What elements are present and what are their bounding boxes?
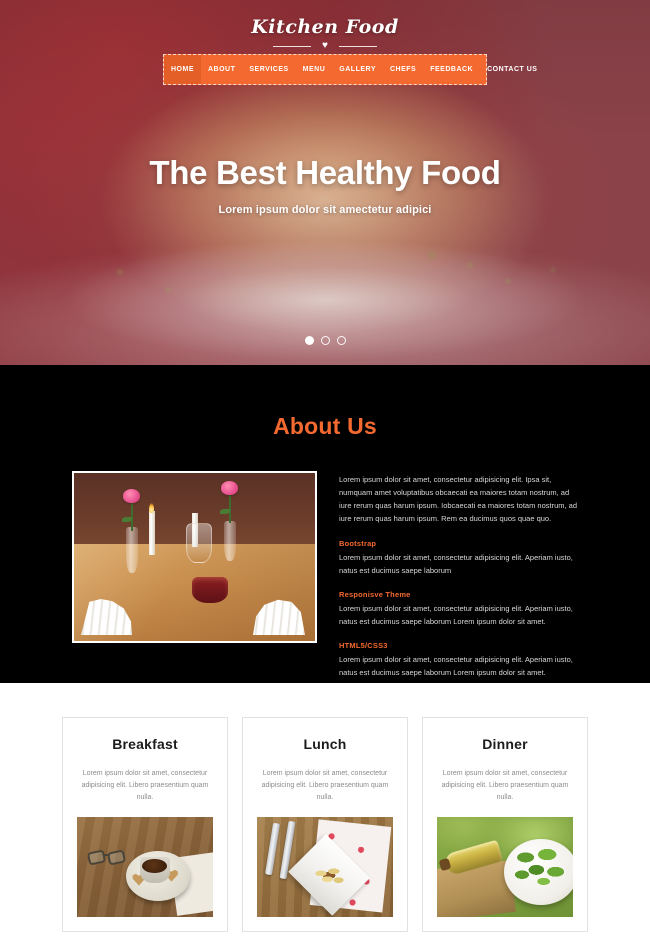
meal-card-breakfast-description: Lorem ipsum dolor sit amet, consectetur … [81, 770, 209, 801]
meal-card-breakfast-image [77, 816, 213, 917]
water-glass [98, 551, 119, 597]
meal-card-breakfast-title: Breakfast [112, 736, 178, 752]
meal-card-lunch-description: Lorem ipsum dolor sit amet, consectetur … [261, 770, 389, 801]
site-logo[interactable]: Kitchen Food ♥ [0, 16, 650, 51]
about-section: About Us Lorem ipsum dolor sit amet, con… [0, 365, 650, 683]
eyeglasses-icon [86, 849, 128, 869]
about-feature-bootstrap: Bootstrap Lorem ipsum dolor sit amet, co… [339, 539, 578, 577]
candle [149, 511, 155, 555]
about-intro-paragraph: Lorem ipsum dolor sit amet, consectetur … [339, 475, 578, 524]
carousel-dot-3[interactable] [336, 336, 346, 345]
about-feature-responsive-theme-heading: Responisve Theme [339, 589, 411, 599]
about-title: About Us [273, 413, 377, 439]
meal-card-dinner-title: Dinner [482, 736, 528, 752]
leaf-left [122, 517, 132, 522]
meal-card-lunch[interactable]: Lunch Lorem ipsum dolor sit amet, consec… [242, 717, 408, 932]
wine-glass-right [219, 551, 240, 597]
meal-card-breakfast[interactable]: Breakfast Lorem ipsum dolor sit amet, co… [62, 717, 228, 932]
rose-right [221, 481, 238, 495]
carousel-dot-1[interactable] [304, 336, 314, 345]
nav-item-menu[interactable]: MENU [296, 55, 333, 84]
about-image [72, 471, 317, 643]
leaf-right [220, 509, 230, 514]
carousel-indicators[interactable] [0, 336, 650, 345]
nav-item-home[interactable]: HOME [164, 55, 201, 84]
table-setting-illustration [74, 473, 315, 641]
meals-section: Breakfast Lorem ipsum dolor sit amet, co… [0, 683, 650, 932]
rose-stem-left [131, 499, 133, 531]
lunch-pasta-food [308, 862, 349, 889]
meal-card-lunch-image [257, 816, 393, 917]
rose-left [123, 489, 140, 503]
hero-subtitle: Lorem ipsum dolor sit amectetur adipici [218, 204, 432, 217]
wine-glass-center [170, 555, 191, 601]
eyeglasses-lens-right [106, 849, 127, 866]
heart-icon: ♥ [322, 40, 328, 51]
logo-divider: ♥ [273, 41, 377, 51]
nav-item-contact-us[interactable]: CONTACT US [480, 55, 544, 84]
breakfast-coffee-surface [141, 858, 167, 873]
flower-vase-left [126, 527, 138, 573]
about-feature-html-css-text: Lorem ipsum dolor sit amet, consectetur … [339, 655, 573, 678]
dinner-salad-greens [510, 842, 571, 891]
about-body: Lorem ipsum dolor sit amet, consectetur … [0, 440, 650, 679]
nav-item-gallery[interactable]: GALLERY [332, 55, 383, 84]
nav-item-chefs[interactable]: CHEFS [383, 55, 423, 84]
logo-divider-line-left [273, 46, 311, 47]
about-feature-bootstrap-text: Lorem ipsum dolor sit amet, consectetur … [339, 552, 573, 575]
eyeglasses-lens-left [86, 849, 107, 866]
nav-item-services[interactable]: SERVICES [242, 55, 295, 84]
nav-item-about[interactable]: ABOUT [201, 55, 242, 84]
meal-card-dinner[interactable]: Dinner Lorem ipsum dolor sit amet, conse… [422, 717, 588, 932]
about-feature-bootstrap-heading: Bootstrap [339, 538, 377, 548]
about-text-column: Lorem ipsum dolor sit amet, consectetur … [339, 471, 578, 679]
hero-text-block: The Best Healthy Food Lorem ipsum dolor … [0, 154, 650, 217]
about-feature-html-css: HTML5/CSS3 Lorem ipsum dolor sit amet, c… [339, 641, 578, 679]
about-feature-html-css-heading: HTML5/CSS3 [339, 641, 388, 650]
about-feature-responsive-theme: Responisve Theme Lorem ipsum dolor sit a… [339, 590, 578, 628]
hero-title: The Best Healthy Food [149, 154, 501, 191]
nav-item-feedback[interactable]: FEEDBACK [423, 55, 480, 84]
meal-card-dinner-description: Lorem ipsum dolor sit amet, consectetur … [441, 770, 569, 801]
rose-stem-right [229, 491, 231, 523]
carousel-dot-2[interactable] [320, 336, 330, 345]
logo-text: Kitchen Food [251, 16, 399, 38]
about-feature-responsive-theme-text: Lorem ipsum dolor sit amet, consectetur … [339, 603, 573, 626]
candle-flame [149, 503, 154, 513]
main-navigation[interactable]: HOME ABOUT SERVICES MENU GALLERY CHEFS F… [163, 54, 537, 85]
logo-divider-line-right [339, 46, 377, 47]
meal-card-lunch-title: Lunch [303, 736, 347, 752]
hero-section: Kitchen Food ♥ HOME ABOUT SERVICES MENU … [0, 0, 650, 365]
meal-card-dinner-image [437, 816, 573, 917]
